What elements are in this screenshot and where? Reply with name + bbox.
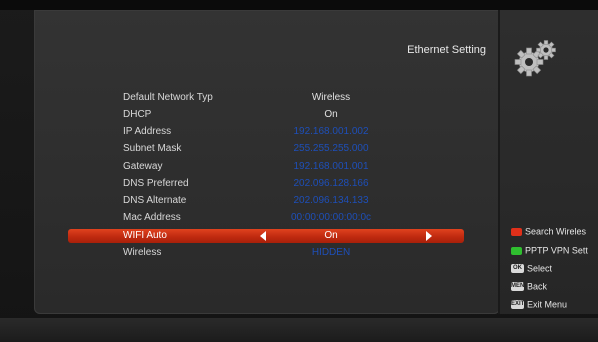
- exit-key-icon: EXIT: [511, 300, 525, 310]
- setting-label: DNS Preferred: [123, 178, 189, 189]
- legend-exit-menu[interactable]: EXIT Exit Menu: [511, 299, 598, 313]
- top-frame: [0, 0, 598, 10]
- setting-row-ip-address[interactable]: IP Address 192.168.001.002: [68, 125, 464, 140]
- setting-label: DHCP: [123, 109, 152, 120]
- setting-row-gateway[interactable]: Gateway 192.168.001.001: [68, 160, 464, 175]
- setting-label: Wireless: [123, 247, 162, 258]
- gears-icon: [514, 40, 556, 77]
- setting-value: Wireless: [311, 92, 351, 103]
- setting-value: 202.096.134.133: [293, 195, 369, 206]
- setting-value: On: [324, 109, 338, 120]
- setting-label: Subnet Mask: [123, 143, 182, 154]
- legend-label: Select: [527, 263, 553, 274]
- ok-key-icon: OK: [511, 264, 524, 274]
- green-key-icon: [511, 246, 522, 255]
- legend-search-wireless[interactable]: Search Wireles: [511, 226, 598, 240]
- setting-value: 202.096.128.166: [293, 178, 369, 189]
- setting-row-dns-alternate[interactable]: DNS Alternate 202.096.134.133: [68, 194, 464, 209]
- arrow-left-icon[interactable]: [260, 231, 266, 241]
- setting-value: 255.255.255.000: [293, 143, 369, 154]
- bottom-frame: [0, 318, 598, 342]
- setting-label: IP Address: [123, 126, 172, 137]
- setting-row-subnet-mask[interactable]: Subnet Mask 255.255.255.000: [68, 142, 464, 157]
- setting-label: WIFI Auto: [123, 230, 167, 241]
- setting-label: Gateway: [123, 161, 163, 172]
- legend-label: Exit Menu: [527, 299, 568, 310]
- setting-label: Default Network Typ: [123, 92, 213, 103]
- setting-row-dhcp[interactable]: DHCP On: [68, 108, 464, 123]
- menu-key-icon: MENU: [511, 282, 529, 292]
- setting-row-dns-preferred[interactable]: DNS Preferred 202.096.128.166: [68, 177, 464, 192]
- red-key-icon: [511, 227, 522, 236]
- legend-label: Search Wireles: [525, 226, 587, 237]
- legend-label: PPTP VPN Sett: [525, 245, 588, 256]
- legend-select[interactable]: OK Select: [511, 263, 598, 277]
- legend-label: Back: [527, 281, 548, 292]
- setting-row-wireless[interactable]: Wireless HIDDEN: [68, 246, 464, 261]
- setting-value: 192.168.001.002: [293, 126, 369, 137]
- setting-row-mac-address[interactable]: Mac Address 00:00:00:00:00:0c: [68, 211, 464, 226]
- legend-back[interactable]: MENUBack: [511, 281, 598, 295]
- setting-row-wifi-auto[interactable]: WIFI Auto On: [68, 229, 464, 243]
- page-title: Ethernet Setting: [407, 44, 486, 56]
- setting-value: 00:00:00:00:00:0c: [290, 212, 372, 223]
- setting-value: 192.168.001.001: [293, 161, 369, 172]
- setting-value: On: [324, 230, 338, 241]
- tv-screen: Ethernet Setting Default Network Typ Wir…: [0, 0, 598, 342]
- legend-pptp-vpn[interactable]: PPTP VPN Sett: [511, 245, 598, 259]
- setting-label: DNS Alternate: [123, 195, 187, 206]
- setting-value: HIDDEN: [311, 247, 351, 258]
- setting-row-default-network-type[interactable]: Default Network Typ Wireless: [68, 91, 464, 106]
- arrow-right-icon[interactable]: [426, 231, 432, 241]
- setting-label: Mac Address: [123, 212, 181, 223]
